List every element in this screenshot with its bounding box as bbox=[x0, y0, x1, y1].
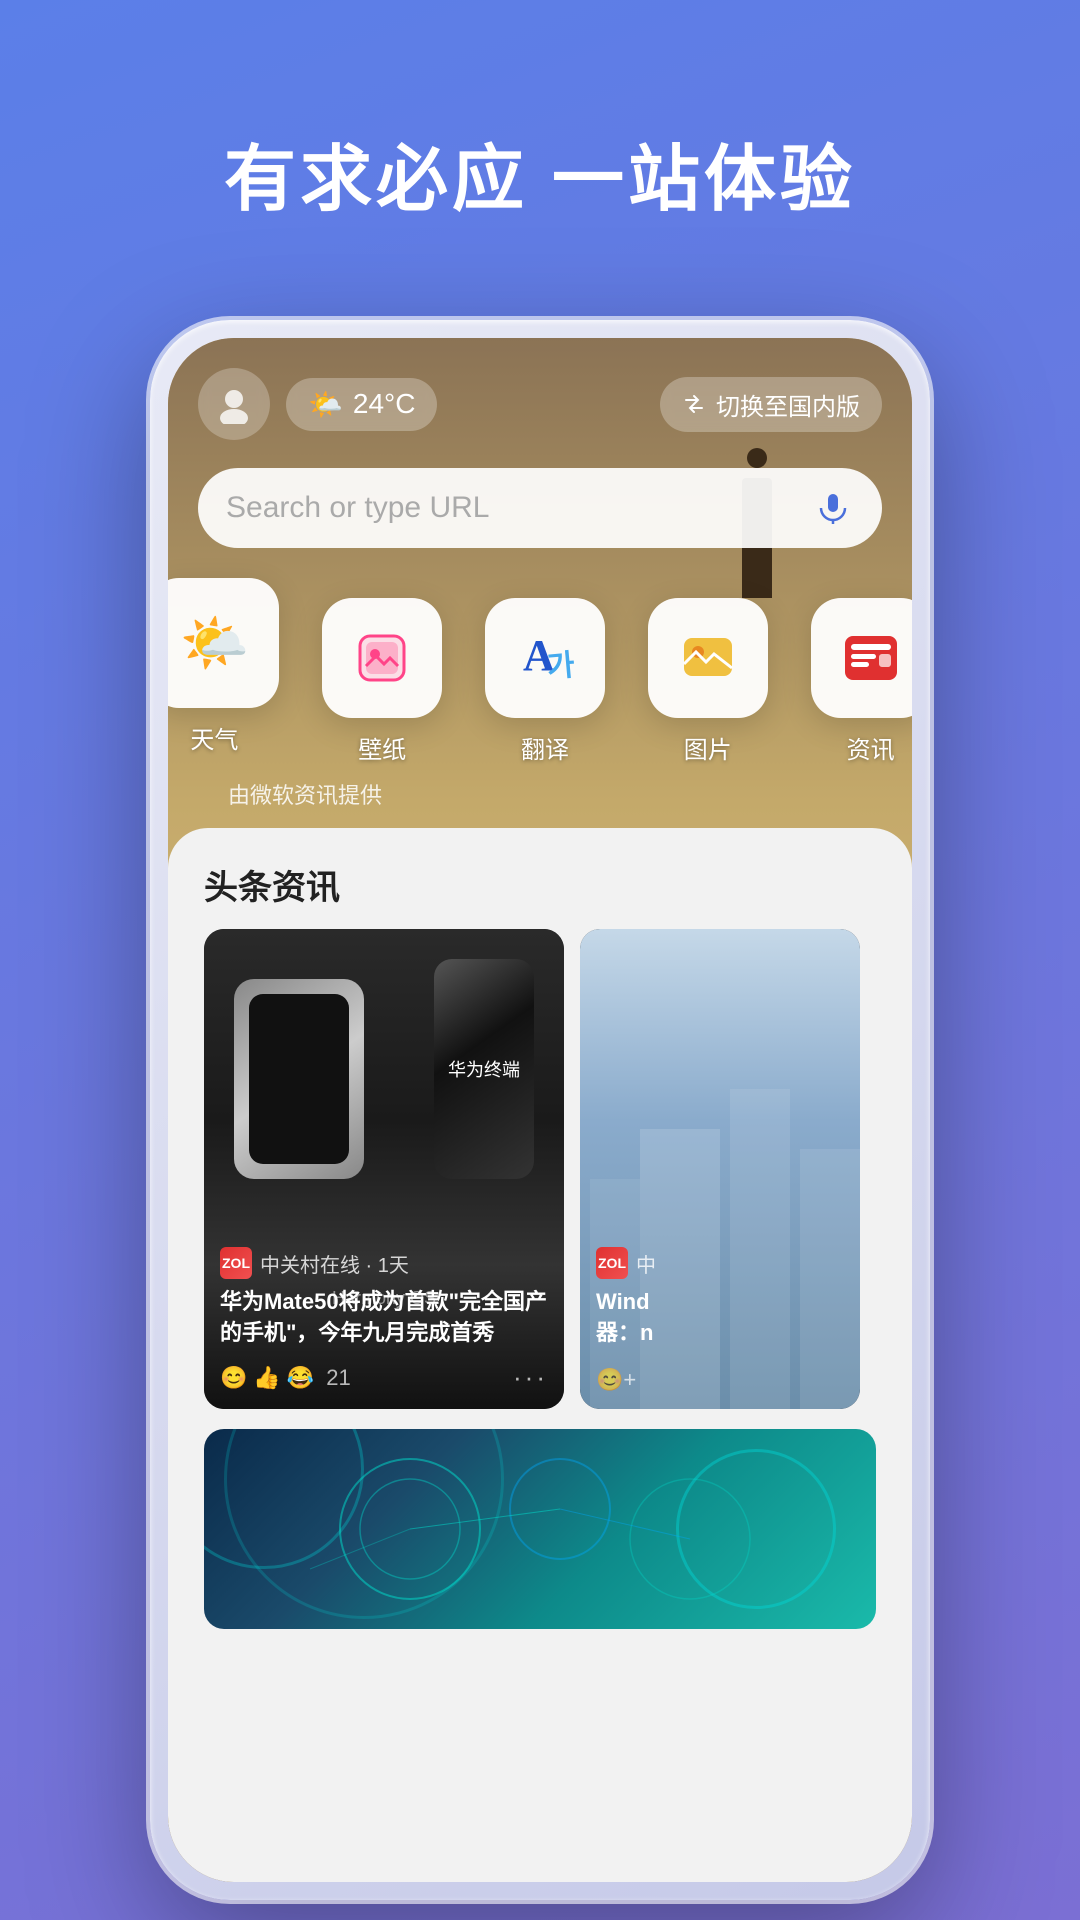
quick-item-wallpaper[interactable]: 壁纸 bbox=[322, 598, 442, 765]
switch-label: 切换至国内版 bbox=[716, 387, 860, 422]
quick-item-weather[interactable]: 🌤️ 天气 bbox=[168, 578, 279, 755]
secondary-source-text: 中 bbox=[636, 1249, 656, 1278]
translate-label: 翻译 bbox=[521, 730, 569, 765]
hero-title: 有求必应 一站体验 bbox=[0, 0, 1080, 225]
phone-screen: 🌤️ 24°C 切换至国内版 Search or type URL bbox=[168, 338, 912, 1882]
quick-item-news[interactable]: 资讯 bbox=[811, 598, 912, 765]
more-options-button[interactable]: ··· bbox=[513, 1362, 548, 1393]
phone-mockup: 🌤️ 24°C 切换至国内版 Search or type URL bbox=[150, 320, 930, 1900]
search-bar[interactable]: Search or type URL bbox=[198, 468, 882, 548]
reaction-count: 21 bbox=[326, 1365, 350, 1391]
phone-frame: 🌤️ 24°C 切换至国内版 Search or type URL bbox=[150, 320, 930, 1900]
phone-sim-right bbox=[434, 959, 534, 1179]
source-text: 中关村在线 · 1天 bbox=[260, 1249, 409, 1278]
avatar-button[interactable] bbox=[198, 368, 270, 440]
translate-quick-icon: A 가 bbox=[485, 598, 605, 718]
news-label: 资讯 bbox=[847, 730, 895, 765]
news-card-secondary[interactable]: ZOL 中 Wind器：n 😊+ bbox=[580, 929, 860, 1409]
weather-quick-icon: 🌤️ bbox=[168, 578, 279, 708]
news-card-main[interactable]: Harmony OS ZOL 中关村在线 · 1天 华为Mate50将成为首款"… bbox=[204, 929, 564, 1409]
bottom-news-card[interactable] bbox=[204, 1429, 876, 1629]
secondary-headline: Wind器：n bbox=[596, 1287, 844, 1349]
secondary-source-logo: ZOL bbox=[596, 1247, 628, 1279]
secondary-source: ZOL 中 bbox=[596, 1247, 656, 1279]
tech-illustration bbox=[204, 1429, 876, 1629]
news-cards-row: Harmony OS ZOL 中关村在线 · 1天 华为Mate50将成为首款"… bbox=[168, 929, 912, 1409]
images-quick-icon bbox=[648, 598, 768, 718]
phone-sim-left bbox=[234, 979, 364, 1179]
quick-item-images[interactable]: 图片 bbox=[648, 598, 768, 765]
quick-access-row: 🌤️ 天气 壁纸 bbox=[168, 578, 912, 765]
source-logo: ZOL bbox=[220, 1247, 252, 1279]
wallpaper-quick-icon bbox=[322, 598, 442, 718]
card-source: ZOL 中关村在线 · 1天 bbox=[220, 1247, 409, 1279]
news-section: 头条资讯 Harmony OS ZOL bbox=[168, 828, 912, 1882]
svg-text:가: 가 bbox=[546, 649, 575, 684]
quick-item-translate[interactable]: A 가 翻译 bbox=[485, 598, 605, 765]
search-placeholder: Search or type URL bbox=[226, 491, 796, 525]
card-headline: 华为Mate50将成为首款"完全国产的手机"，今年九月完成首秀 bbox=[220, 1287, 548, 1349]
news-quick-icon bbox=[811, 598, 912, 718]
microphone-icon[interactable] bbox=[812, 487, 854, 529]
switch-region-button[interactable]: 切换至国内版 bbox=[660, 377, 882, 432]
card-actions: 😊👍😂 21 ··· bbox=[220, 1362, 548, 1393]
weather-pill[interactable]: 🌤️ 24°C bbox=[286, 378, 437, 431]
switch-icon bbox=[682, 392, 706, 416]
emoji-reactions[interactable]: 😊👍😂 bbox=[220, 1365, 314, 1391]
wallpaper-label: 壁纸 bbox=[358, 730, 406, 765]
temperature-text: 24°C bbox=[353, 388, 416, 420]
weather-icon: 🌤️ bbox=[308, 388, 343, 421]
provider-text: 由微软资讯提供 bbox=[228, 778, 382, 810]
weather-label: 天气 bbox=[190, 720, 238, 755]
secondary-actions[interactable]: 😊+ bbox=[596, 1367, 844, 1393]
news-section-title: 头条资讯 bbox=[168, 828, 912, 929]
user-icon bbox=[214, 384, 254, 424]
top-bar: 🌤️ 24°C 切换至国内版 bbox=[198, 368, 882, 440]
bottom-card-bg bbox=[204, 1429, 876, 1629]
images-label: 图片 bbox=[684, 730, 732, 765]
